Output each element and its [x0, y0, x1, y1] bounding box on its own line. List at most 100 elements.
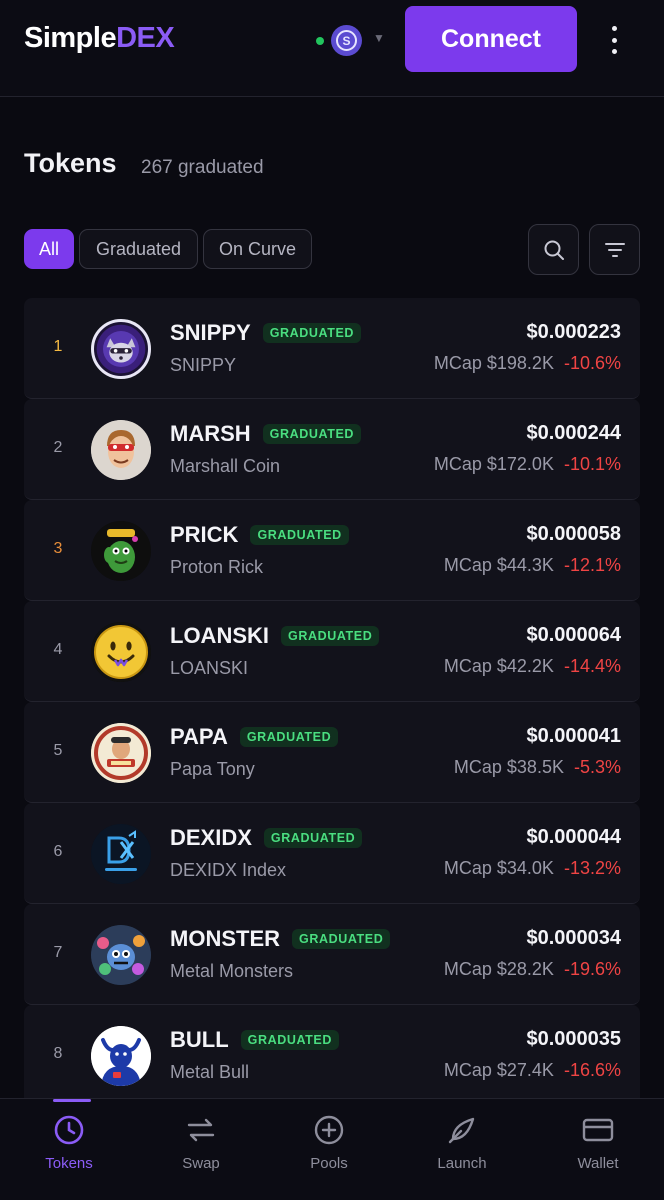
- token-mcap: MCap $42.2K: [443, 656, 554, 676]
- token-price: $0.000035: [526, 1028, 621, 1050]
- token-change: -13.2%: [563, 858, 621, 878]
- token-name: Proton Rick: [170, 557, 264, 577]
- token-symbol: DEXIDX: [170, 825, 252, 850]
- token-change: -5.3%: [573, 757, 621, 777]
- nav-swap-label: Swap: [182, 1155, 220, 1172]
- clock-icon: [52, 1113, 86, 1147]
- token-mcap-line: MCap $172.0K -10.1%: [434, 454, 621, 475]
- active-tab-indicator: [53, 1099, 91, 1102]
- nav-wallet[interactable]: Wallet: [532, 1099, 664, 1200]
- token-symbol-line: DEXIDX GRADUATED: [170, 825, 363, 851]
- token-rank: 8: [53, 1045, 63, 1062]
- token-mcap: MCap $27.4K: [443, 1060, 554, 1080]
- token-rank: 2: [53, 439, 63, 456]
- search-button[interactable]: [528, 224, 579, 275]
- token-symbol: LOANSKI: [170, 623, 269, 648]
- graduated-badge: GRADUATED: [281, 626, 380, 646]
- token-name: Metal Bull: [170, 1062, 250, 1082]
- nav-launch[interactable]: Launch: [396, 1099, 528, 1200]
- filter-all-chip[interactable]: All: [24, 229, 74, 269]
- token-row[interactable]: 4 LOANSKI GRADUATED LOANSKI $0.000064 MC…: [24, 601, 640, 702]
- token-symbol-line: PRICK GRADUATED: [170, 522, 349, 548]
- token-price: $0.000244: [526, 422, 621, 444]
- token-symbol-line: LOANSKI GRADUATED: [170, 623, 380, 649]
- token-row[interactable]: 3 PRICK GRADUATED Proton Rick $0.000058 …: [24, 500, 640, 601]
- token-symbol: SNIPPY: [170, 320, 251, 345]
- token-name: Marshall Coin: [170, 456, 281, 476]
- token-name: Papa Tony: [170, 759, 255, 779]
- graduated-badge: GRADUATED: [292, 929, 391, 949]
- token-row[interactable]: 7 MONSTER GRADUATED Metal Monsters $0.00…: [24, 904, 640, 1005]
- token-price: $0.000044: [526, 826, 621, 848]
- snippy-raccoon-avatar: [91, 319, 151, 379]
- rocket-icon: [445, 1113, 479, 1147]
- filter-sort-button[interactable]: [589, 224, 640, 275]
- token-mcap: MCap $28.2K: [443, 959, 554, 979]
- dexidx-logo-avatar: [91, 824, 151, 884]
- nav-wallet-label: Wallet: [577, 1155, 619, 1172]
- bull-avatar: [91, 1026, 151, 1086]
- chevron-down-icon[interactable]: ▼: [373, 31, 385, 45]
- graduated-badge: GRADUATED: [262, 424, 362, 444]
- token-mcap-line: MCap $27.4K -16.6%: [444, 1060, 621, 1081]
- token-rank: 3: [53, 540, 63, 557]
- token-mcap: MCap $34.0K: [443, 858, 554, 878]
- nav-tokens[interactable]: Tokens: [3, 1099, 135, 1200]
- token-mcap: MCap $172.0K: [433, 454, 554, 474]
- filter-graduated-chip[interactable]: Graduated: [79, 229, 198, 269]
- token-row[interactable]: 1 SNIPPY GRADUATED SNIPPY $0.000223 MCap…: [24, 298, 640, 399]
- token-mcap-line: MCap $28.2K -19.6%: [444, 959, 621, 980]
- page-title: Tokens: [24, 148, 117, 178]
- network-badge-letter: S: [336, 30, 357, 51]
- connect-wallet-button[interactable]: Connect: [405, 6, 577, 72]
- token-symbol-line: MARSH GRADUATED: [170, 421, 362, 447]
- top-bar: SimpleDEX S ▼ Connect: [0, 0, 664, 97]
- token-row[interactable]: 5 PAPA GRADUATED Papa Tony $0.000041 MCa…: [24, 702, 640, 803]
- nav-pools-label: Pools: [310, 1155, 348, 1172]
- token-rank: 4: [53, 641, 63, 658]
- token-change: -10.6%: [563, 353, 621, 373]
- token-symbol-line: PAPA GRADUATED: [170, 724, 339, 750]
- token-symbol: MONSTER: [170, 926, 280, 951]
- nav-swap[interactable]: Swap: [135, 1099, 267, 1200]
- token-price: $0.000064: [526, 624, 621, 646]
- token-mcap-line: MCap $198.2K -10.6%: [434, 353, 621, 374]
- graduated-count: 267 graduated: [141, 157, 264, 178]
- loanski-smiley-avatar: [91, 622, 151, 682]
- token-rank: 1: [53, 338, 63, 355]
- token-symbol: BULL: [170, 1027, 229, 1052]
- token-change: -19.6%: [563, 959, 621, 979]
- token-rank: 5: [53, 742, 63, 759]
- token-mcap: MCap $44.3K: [443, 555, 554, 575]
- prick-cactus-avatar: [91, 521, 151, 581]
- token-mcap-line: MCap $42.2K -14.4%: [444, 656, 621, 677]
- monster-avatar: [91, 925, 151, 985]
- token-change: -10.1%: [563, 454, 621, 474]
- token-rank: 7: [53, 944, 63, 961]
- papa-tony-avatar: [91, 723, 151, 783]
- graduated-badge: GRADUATED: [250, 525, 349, 545]
- bottom-nav: Tokens Swap Pools Launch Wallet: [0, 1098, 664, 1200]
- token-symbol-line: SNIPPY GRADUATED: [170, 320, 362, 346]
- app-logo[interactable]: SimpleDEX: [24, 22, 175, 55]
- token-name: Metal Monsters: [170, 961, 294, 981]
- wallet-card-icon: [581, 1113, 615, 1147]
- token-name: LOANSKI: [170, 658, 249, 678]
- nav-pools[interactable]: Pools: [263, 1099, 395, 1200]
- token-mcap-line: MCap $44.3K -12.1%: [444, 555, 621, 576]
- token-row[interactable]: 6 DEXIDX GRADUATED DEXIDX Index $0.00004…: [24, 803, 640, 904]
- logo-text-simple: Simple: [24, 22, 117, 54]
- token-price: $0.000034: [526, 927, 621, 949]
- token-list: 1 SNIPPY GRADUATED SNIPPY $0.000223 MCap…: [24, 298, 640, 1106]
- network-selector-icon[interactable]: S: [331, 25, 362, 56]
- graduated-badge: GRADUATED: [262, 323, 362, 343]
- swap-arrows-icon: [184, 1113, 218, 1147]
- token-symbol: PAPA: [170, 724, 228, 749]
- token-row[interactable]: 8 BULL GRADUATED Metal Bull $0.000035 MC…: [24, 1005, 640, 1106]
- token-name: SNIPPY: [170, 355, 237, 375]
- token-symbol-line: BULL GRADUATED: [170, 1027, 339, 1053]
- more-menu-icon[interactable]: [604, 26, 624, 54]
- filter-on-curve-chip[interactable]: On Curve: [203, 229, 312, 269]
- token-row[interactable]: 2 MARSH GRADUATED Marshall Coin $0.00024…: [24, 399, 640, 500]
- token-symbol: MARSH: [170, 421, 251, 446]
